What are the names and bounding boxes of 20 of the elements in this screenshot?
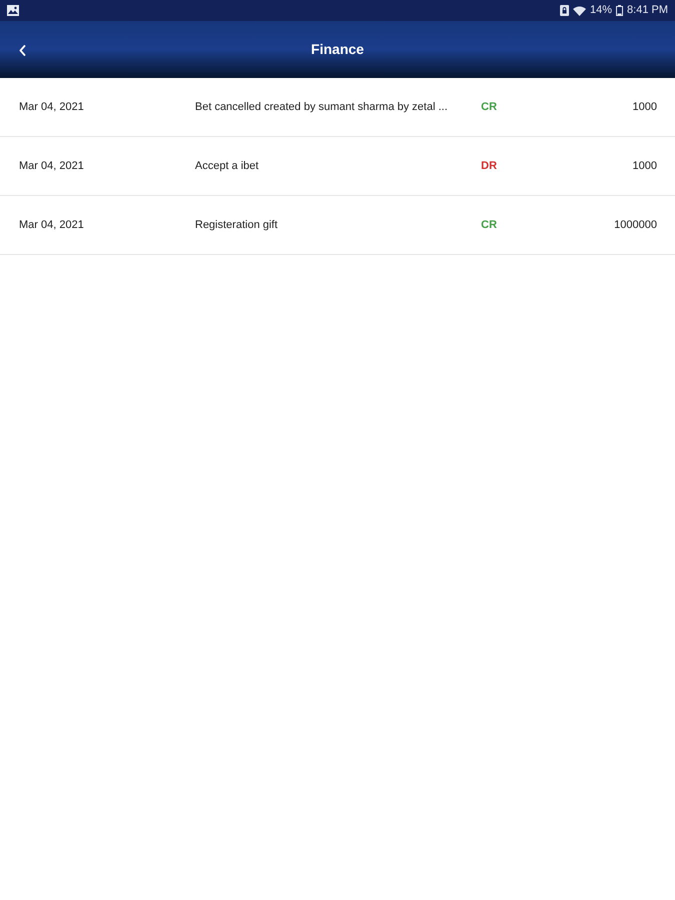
transaction-type: DR — [481, 158, 498, 174]
transaction-date: Mar 04, 2021 — [19, 218, 85, 233]
transaction-date: Mar 04, 2021 — [19, 158, 85, 174]
transaction-amount: 1000 — [632, 158, 657, 174]
transaction-amount: 1000000 — [614, 218, 657, 233]
battery-percent: 14% — [590, 5, 612, 16]
transaction-type: CR — [481, 100, 498, 115]
picture-icon — [7, 5, 19, 16]
screen-title: Finance — [311, 40, 364, 59]
transaction-description: Registeration gift — [195, 218, 279, 233]
back-chevron-icon — [18, 44, 26, 56]
transaction-description: Accept a ibet — [195, 158, 260, 174]
transaction-description: Bet cancelled created by sumant sharma by zetal ... — [195, 100, 449, 115]
transaction-type: CR — [481, 218, 498, 233]
transaction-date: Mar 04, 2021 — [19, 100, 85, 115]
transaction-amount: 1000 — [632, 100, 657, 115]
battery-icon — [616, 5, 624, 16]
clock-time: 8:41 PM — [627, 5, 668, 16]
wifi-icon — [573, 6, 586, 16]
lock-icon — [560, 5, 569, 16]
